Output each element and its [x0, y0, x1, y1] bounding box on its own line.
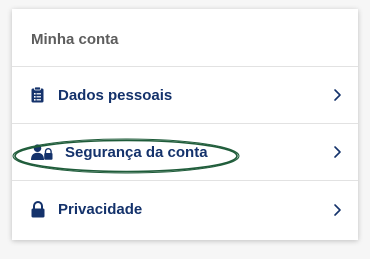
- menu-item-label: Dados pessoais: [58, 86, 173, 104]
- clipboard-icon: [31, 86, 55, 104]
- menu-item-dados-pessoais[interactable]: Dados pessoais: [12, 67, 358, 124]
- menu-item-privacidade[interactable]: Privacidade: [12, 181, 358, 238]
- lock-icon: [31, 201, 55, 219]
- menu-item-seguranca-da-conta[interactable]: Segurança da conta: [12, 124, 358, 181]
- chevron-right-icon: [332, 88, 344, 102]
- section-title: Minha conta: [12, 9, 358, 67]
- menu-item-label: Segurança da conta: [65, 143, 208, 161]
- chevron-right-icon: [332, 145, 344, 159]
- user-lock-icon: [31, 143, 55, 161]
- chevron-right-icon: [332, 203, 344, 217]
- menu-item-label: Privacidade: [58, 201, 143, 218]
- account-menu-card: Minha conta Dados pessoais Segurança da …: [12, 9, 358, 240]
